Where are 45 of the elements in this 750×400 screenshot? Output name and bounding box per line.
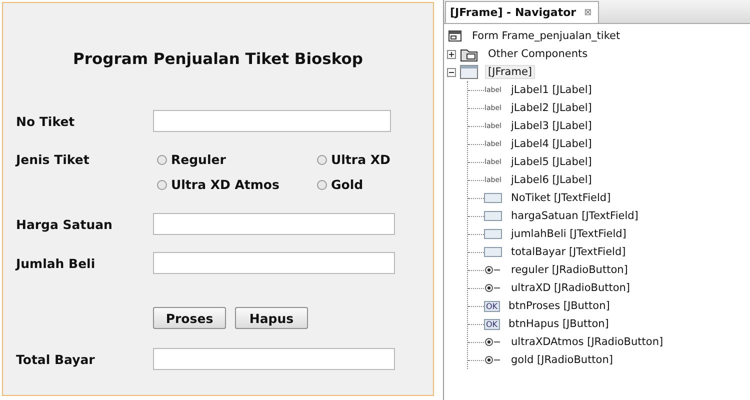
tree-item[interactable]: Form Frame_penjualan_tiket: [447, 27, 750, 45]
text-field-icon: [484, 210, 502, 222]
expand-icon[interactable]: [447, 50, 459, 58]
radio-icon: [484, 282, 502, 294]
tab-title: [JFrame] - Navigator: [450, 6, 576, 19]
navigator-tab[interactable]: [JFrame] - Navigator ⊠: [445, 1, 599, 23]
radio-option[interactable]: Reguler: [157, 152, 317, 167]
text-field-icon: [484, 246, 502, 258]
close-icon[interactable]: ⊠: [584, 8, 592, 18]
text-field[interactable]: [153, 348, 395, 370]
field-label: Total Bayar: [16, 352, 96, 366]
tree-item[interactable]: NoTiket [JTextField]: [484, 189, 614, 207]
field-label: Harga Satuan: [16, 216, 114, 232]
button-icon: OK: [484, 318, 500, 330]
text-field[interactable]: [153, 213, 395, 235]
form-icon: [447, 29, 463, 43]
field-label: Jenis Tiket: [16, 152, 90, 167]
radio-option[interactable]: Gold: [317, 177, 417, 192]
tree-item[interactable]: totalBayar [JTextField]: [484, 243, 629, 261]
radio-icon: [484, 336, 502, 348]
button-icon: OK: [484, 300, 500, 312]
form-button[interactable]: Hapus: [235, 307, 308, 329]
radio-icon: [484, 354, 502, 366]
tree-item[interactable]: ultraXDAtmos [JRadioButton]: [484, 333, 666, 351]
text-field[interactable]: [153, 252, 395, 274]
radio-icon: [484, 264, 502, 276]
tree-item[interactable]: ultraXD [JRadioButton]: [484, 279, 634, 297]
text-field-icon: [484, 192, 502, 204]
tree-item[interactable]: OK btnHapus [JButton]: [484, 315, 612, 333]
text-field[interactable]: [153, 110, 391, 132]
tree-item[interactable]: jumlahBeli [JTextField]: [484, 225, 630, 243]
tree-item[interactable]: Other Components: [459, 45, 591, 63]
tree-item[interactable]: hargaSatuan [JTextField]: [484, 207, 642, 225]
tree-item[interactable]: gold [JRadioButton]: [484, 351, 616, 369]
form-button[interactable]: Proses: [153, 307, 226, 329]
radio-option[interactable]: Ultra XD: [317, 152, 417, 167]
window-icon: [459, 64, 479, 80]
form-title: Program Penjualan Tiket Bioskop: [72, 50, 364, 68]
field-label: Jumlah Beli: [16, 256, 96, 270]
text-field-icon: [484, 228, 502, 240]
field-label: No Tiket: [16, 114, 76, 128]
collapse-icon[interactable]: [447, 68, 459, 76]
tree-item[interactable]: OK btnProses [JButton]: [484, 297, 613, 315]
tree-item[interactable]: reguler [JRadioButton]: [484, 261, 631, 279]
radio-option[interactable]: Ultra XD Atmos: [157, 177, 317, 192]
